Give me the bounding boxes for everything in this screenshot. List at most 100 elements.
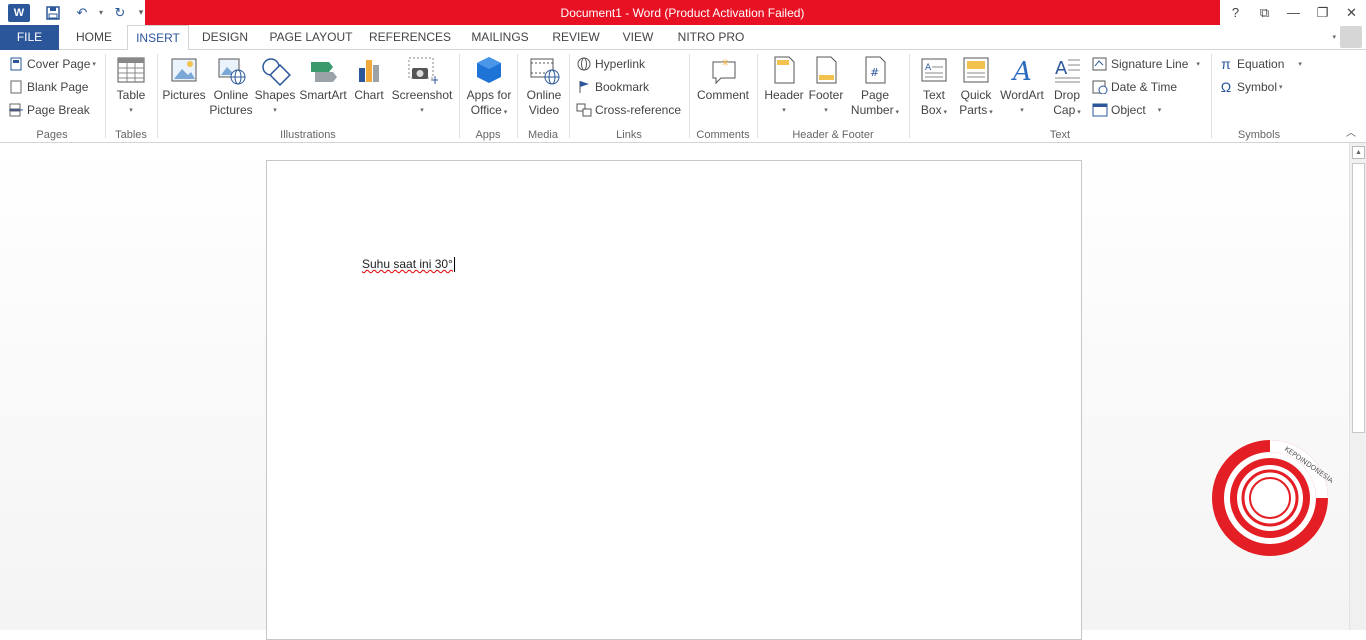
text-box-button[interactable]: A Text Box ▾ — [914, 54, 954, 120]
avatar[interactable] — [1340, 26, 1362, 48]
svg-text:+: + — [430, 73, 438, 86]
undo-icon[interactable]: ↶ — [68, 0, 96, 25]
tab-home[interactable]: HOME — [62, 25, 126, 50]
group-label-text: Text — [1049, 129, 1071, 141]
ribbon-display-options-icon[interactable]: ⧉ — [1250, 0, 1279, 25]
tab-page-layout[interactable]: PAGE LAYOUT — [262, 25, 360, 50]
svg-text:KEPOINDONESIA: KEPOINDONESIA — [1208, 436, 1275, 438]
scrollbar-thumb[interactable] — [1352, 163, 1365, 433]
tab-nitro-pro[interactable]: NITRO PRO — [670, 25, 752, 50]
header-icon — [768, 54, 800, 86]
group-apps: Apps for Office ▾ Apps — [460, 50, 516, 143]
title-bar: W ↶ ▾ ↻ ▾ Document1 - Word (Product Acti… — [0, 0, 1366, 25]
group-label-tables: Tables — [115, 129, 147, 141]
apps-for-office-button[interactable]: Apps for Office ▾ — [462, 54, 516, 120]
footer-button[interactable]: Footer ▾ — [806, 54, 846, 118]
tab-insert[interactable]: INSERT — [127, 25, 189, 51]
group-label-symbols: Symbols — [1237, 129, 1281, 141]
group-illustrations: Pictures Online Pictures Shapes ▾ SmartAr… — [158, 50, 458, 143]
group-label-header-footer: Header & Footer — [792, 129, 874, 141]
hyperlink-icon — [576, 56, 592, 72]
table-button[interactable]: Table ▾ — [114, 54, 148, 118]
minimize-icon[interactable]: — — [1279, 0, 1308, 25]
tab-design[interactable]: DESIGN — [192, 25, 258, 50]
group-comments: ✳ Comment Comments — [690, 50, 756, 143]
svg-text:A: A — [1011, 57, 1032, 86]
svg-text:A: A — [925, 63, 932, 73]
document-body-text[interactable]: Suhu saat ini 30° — [362, 257, 455, 273]
comment-icon: ✳ — [707, 54, 739, 86]
undo-dropdown-icon[interactable]: ▾ — [96, 0, 106, 25]
document-page[interactable]: Suhu saat ini 30° — [266, 160, 1082, 640]
drop-cap-button[interactable]: A Drop Cap ▾ — [1047, 54, 1087, 120]
tab-review[interactable]: REVIEW — [544, 25, 608, 50]
group-label-apps: Apps — [475, 129, 501, 141]
screenshot-button[interactable]: + Screenshot ▾ — [390, 54, 454, 118]
scroll-up-icon[interactable]: ▲ — [1352, 146, 1365, 159]
svg-text:#: # — [870, 66, 879, 79]
object-button[interactable]: Object ▾ — [1092, 99, 1161, 121]
ribbon-tabs: FILE HOME INSERT DESIGN PAGE LAYOUT REFE… — [0, 25, 1366, 51]
help-icon[interactable]: ? — [1221, 0, 1250, 25]
footer-icon — [810, 54, 842, 86]
smartart-button[interactable]: SmartArt — [297, 54, 349, 103]
date-time-button[interactable]: Date & Time — [1092, 76, 1177, 98]
equation-button[interactable]: π Equation ▾ — [1218, 53, 1302, 75]
shapes-button[interactable]: Shapes ▾ — [255, 54, 295, 118]
close-icon[interactable]: ✕ — [1337, 0, 1366, 25]
collapse-ribbon-icon[interactable]: ︿ — [1346, 124, 1356, 139]
word-app-icon[interactable]: W — [8, 3, 30, 22]
account-area[interactable]: ▾ — [1332, 26, 1362, 48]
redo-icon[interactable]: ↻ — [106, 0, 134, 25]
online-video-button[interactable]: Online Video — [521, 54, 567, 118]
save-icon[interactable] — [38, 0, 68, 25]
group-media: Online Video Media — [518, 50, 568, 143]
tab-file[interactable]: FILE — [0, 25, 59, 50]
svg-text:A: A — [1055, 58, 1068, 79]
header-button[interactable]: Header ▾ — [762, 54, 806, 118]
group-label-media: Media — [528, 129, 558, 141]
text-box-icon: A — [918, 54, 950, 86]
page-number-icon: # — [859, 54, 891, 86]
chart-icon — [353, 54, 385, 86]
group-label-links: Links — [616, 129, 642, 141]
pictures-button[interactable]: Pictures — [162, 54, 206, 103]
wordart-button[interactable]: A WordArt ▾ — [998, 54, 1046, 118]
smartart-icon — [307, 54, 339, 86]
group-header-footer: Header ▾ Footer ▾ # Page Number ▾ Header &… — [758, 50, 908, 143]
cross-reference-button[interactable]: Cross-reference — [576, 99, 681, 121]
comment-button[interactable]: ✳ Comment — [694, 54, 752, 103]
tab-view[interactable]: VIEW — [612, 25, 664, 50]
tab-references[interactable]: REFERENCES — [364, 25, 456, 50]
quick-parts-button[interactable]: Quick Parts ▾ — [955, 54, 997, 120]
ribbon: Cover Page ▾ Blank Page Page Break Pages … — [0, 50, 1366, 143]
group-pages: Cover Page ▾ Blank Page Page Break Pages — [0, 50, 104, 143]
maximize-icon[interactable]: ❐ — [1308, 0, 1337, 25]
symbol-button[interactable]: Ω Symbol ▾ — [1218, 76, 1283, 98]
bookmark-button[interactable]: Bookmark — [576, 76, 649, 98]
hyperlink-button[interactable]: Hyperlink — [576, 53, 645, 75]
blank-page-button[interactable]: Blank Page — [8, 76, 88, 98]
account-dropdown-icon[interactable]: ▾ — [1332, 33, 1336, 41]
shapes-icon — [259, 54, 291, 86]
chart-button[interactable]: Chart — [351, 54, 387, 103]
group-label-comments: Comments — [696, 129, 750, 141]
cross-reference-icon — [576, 102, 592, 118]
vertical-scrollbar[interactable]: ▲ — [1349, 143, 1366, 630]
cover-page-button[interactable]: Cover Page ▾ — [8, 53, 96, 75]
online-pictures-button[interactable]: Online Pictures — [209, 54, 253, 118]
page-number-button[interactable]: # Page Number ▾ — [846, 54, 904, 120]
window-title: Document1 - Word (Product Activation Fai… — [145, 0, 1220, 25]
group-tables: Table ▾ Tables — [106, 50, 156, 143]
pi-icon: π — [1221, 56, 1231, 72]
bookmark-icon — [576, 79, 592, 95]
cover-page-icon — [8, 56, 24, 72]
group-links: Hyperlink Bookmark Cross-reference Links — [570, 50, 688, 143]
apps-for-office-icon — [473, 54, 505, 86]
tab-mailings[interactable]: MAILINGS — [462, 25, 538, 50]
page-break-button[interactable]: Page Break — [8, 99, 90, 121]
quick-parts-icon — [960, 54, 992, 86]
table-icon — [115, 54, 147, 86]
signature-line-button[interactable]: Signature Line ▾ — [1092, 53, 1200, 75]
screenshot-icon: + — [406, 54, 440, 87]
